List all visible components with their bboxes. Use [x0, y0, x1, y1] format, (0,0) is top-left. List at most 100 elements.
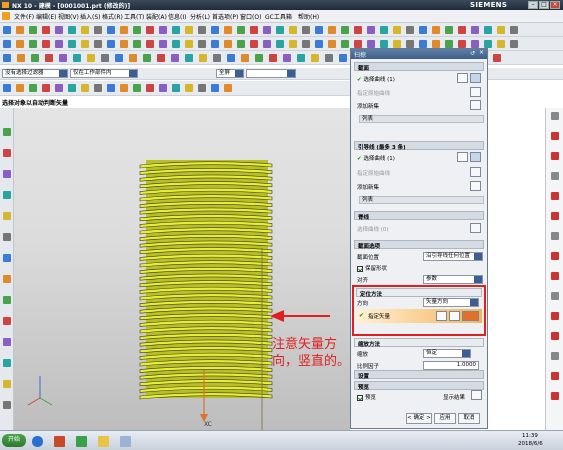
toolbar-tool-icon[interactable] [393, 40, 401, 48]
ok-button[interactable]: < 确定 > [406, 413, 432, 424]
toolbar-tool-icon[interactable] [393, 26, 401, 34]
spine-curve-icon[interactable] [470, 223, 481, 233]
toolbar-tool-icon[interactable] [185, 40, 193, 48]
curve-tool-icon[interactable] [551, 212, 559, 220]
toolbar-tool-icon[interactable] [157, 54, 165, 62]
toolbar-tool-icon[interactable] [68, 84, 76, 92]
toolbar-tool-icon[interactable] [185, 54, 193, 62]
keep-shape-checkbox[interactable] [357, 265, 363, 272]
close-button[interactable]: × [550, 1, 560, 9]
toolbar-tool-icon[interactable] [276, 40, 284, 48]
toolbar-tool-icon[interactable] [269, 54, 277, 62]
reverse-direction-icon[interactable] [449, 311, 460, 321]
toolbar-tool-icon[interactable] [107, 84, 115, 92]
toolbar-tool-icon[interactable] [302, 40, 310, 48]
specify-vector-row[interactable]: ✔ 指定矢量 [356, 309, 482, 323]
toolbar-tool-icon[interactable] [484, 26, 492, 34]
menu-window[interactable]: 窗口(O) [240, 12, 261, 21]
menu-tools[interactable]: 工具(T) [124, 12, 144, 21]
group-guides[interactable]: 引导线 (最多 3 条) [354, 141, 484, 151]
thread-model[interactable]: XC [0, 108, 350, 438]
toolbar-tool-icon[interactable] [129, 54, 137, 62]
folder-task-icon[interactable] [98, 436, 109, 447]
toolbar-tool-icon[interactable] [94, 84, 102, 92]
toolbar-tool-icon[interactable] [143, 54, 151, 62]
sogou-icon[interactable] [32, 436, 43, 447]
toolbar-tool-icon[interactable] [297, 54, 305, 62]
toolbar-tool-icon[interactable] [510, 26, 518, 34]
alignment-combo[interactable]: 参数 [423, 275, 483, 284]
toolbar-tool-icon[interactable] [276, 26, 284, 34]
toolbar-tool-icon[interactable] [55, 40, 63, 48]
toolbar-tool-icon[interactable] [328, 26, 336, 34]
curve-tool-icon[interactable] [551, 312, 559, 320]
toolbar-tool-icon[interactable] [31, 54, 39, 62]
toolbar-tool-icon[interactable] [16, 40, 24, 48]
toolbar-tool-icon[interactable] [55, 26, 63, 34]
toolbar-tool-icon[interactable] [68, 40, 76, 48]
extra-combo[interactable] [246, 69, 296, 78]
toolbar-tool-icon[interactable] [432, 26, 440, 34]
toolbar-tool-icon[interactable] [224, 40, 232, 48]
direction-combo[interactable]: 矢量方向 [423, 298, 479, 307]
toolbar-tool-icon[interactable] [354, 26, 362, 34]
toolbar-tool-icon[interactable] [419, 40, 427, 48]
toolbar-tool-icon[interactable] [445, 26, 453, 34]
resource-bar-icon[interactable] [3, 401, 11, 409]
toolbar-tool-icon[interactable] [29, 84, 37, 92]
toolbar-tool-icon[interactable] [339, 54, 347, 62]
toolbar-tool-icon[interactable] [94, 40, 102, 48]
guide-list[interactable]: 列表 [359, 196, 484, 204]
resource-bar-icon[interactable] [3, 380, 11, 388]
toolbar-tool-icon[interactable] [159, 26, 167, 34]
toolbar-tool-icon[interactable] [380, 40, 388, 48]
resource-bar-icon[interactable] [3, 338, 11, 346]
group-preview[interactable]: 预览 [354, 381, 484, 391]
resource-bar-icon[interactable] [3, 128, 11, 136]
toolbar-tool-icon[interactable] [493, 54, 501, 62]
menu-insert[interactable]: 插入(S) [80, 12, 101, 21]
profile-add-new-set[interactable]: 添加新集 [357, 102, 379, 110]
preview-checkbox[interactable] [357, 394, 363, 401]
toolbar-tool-icon[interactable] [16, 26, 24, 34]
toolbar-tool-icon[interactable] [445, 40, 453, 48]
menu-help[interactable]: 帮助(H) [298, 12, 319, 21]
spine-select-row[interactable]: 选择曲线 (0) [357, 225, 389, 233]
toolbar-tool-icon[interactable] [198, 84, 206, 92]
toolbar-tool-icon[interactable] [45, 54, 53, 62]
group-scaling[interactable]: 缩放方法 [354, 338, 484, 348]
minimize-button[interactable]: – [528, 1, 538, 9]
guide-reverse-icon[interactable] [457, 152, 468, 162]
menu-view[interactable]: 视图(V) [58, 12, 79, 21]
origin-curve-icon[interactable] [470, 87, 481, 97]
profile-origin-row[interactable]: 指定原始曲线 [357, 89, 390, 97]
toolbar-tool-icon[interactable] [497, 40, 505, 48]
curve-tool-icon[interactable] [551, 152, 559, 160]
app-task-icon[interactable] [76, 436, 87, 447]
toolbar-tool-icon[interactable] [3, 84, 11, 92]
toolbar-tool-icon[interactable] [42, 84, 50, 92]
toolbar-tool-icon[interactable] [171, 54, 179, 62]
toolbar-tool-icon[interactable] [328, 40, 336, 48]
menu-format[interactable]: 格式(R) [102, 12, 123, 21]
toolbar-tool-icon[interactable] [133, 40, 141, 48]
toolbar-tool-icon[interactable] [146, 26, 154, 34]
resource-bar-icon[interactable] [3, 296, 11, 304]
toolbar-tool-icon[interactable] [406, 26, 414, 34]
toolbar-tool-icon[interactable] [432, 40, 440, 48]
toolbar-tool-icon[interactable] [146, 40, 154, 48]
toolbar-tool-icon[interactable] [211, 84, 219, 92]
group-section-options[interactable]: 截面选项 [354, 240, 484, 250]
toolbar-tool-icon[interactable] [380, 26, 388, 34]
toolbar-tool-icon[interactable] [198, 40, 206, 48]
curve-tool-icon[interactable] [551, 292, 559, 300]
toolbar-tool-icon[interactable] [227, 54, 235, 62]
toolbar-tool-icon[interactable] [3, 54, 11, 62]
toolbar-tool-icon[interactable] [159, 84, 167, 92]
profile-select-row[interactable]: ✔ 选择曲线 (1) [357, 75, 395, 83]
toolbar-tool-icon[interactable] [471, 40, 479, 48]
menu-gc-toolbox[interactable]: GC工具箱 [265, 12, 292, 21]
toolbar-tool-icon[interactable] [87, 54, 95, 62]
toolbar-tool-icon[interactable] [101, 54, 109, 62]
curve-select-icon[interactable] [470, 73, 481, 83]
